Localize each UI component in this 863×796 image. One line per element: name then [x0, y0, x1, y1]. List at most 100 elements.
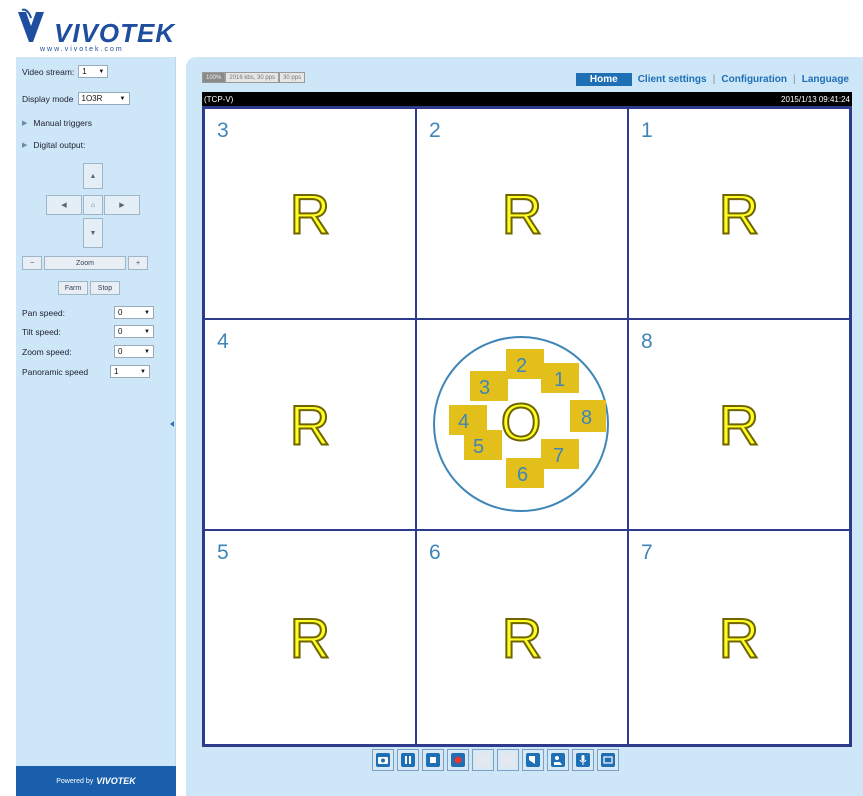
segment-label-8: 8 [581, 407, 592, 429]
view-cell-7[interactable]: 7 R [628, 530, 850, 745]
display-mode-row: Display mode 1O3R ▼ [22, 92, 130, 105]
cell-region-letter: R [718, 181, 760, 246]
talk-button[interactable] [547, 749, 569, 771]
tilt-speed-row: Tilt speed: 0 ▼ [22, 325, 154, 338]
microphone-button[interactable] [572, 749, 594, 771]
view-cell-5[interactable]: 5 R [204, 530, 416, 745]
far-button[interactable]: Farm [58, 281, 88, 295]
disabled-button-2 [497, 749, 519, 771]
view-cell-8[interactable]: 8 R [628, 319, 850, 530]
zoom-in-button[interactable]: + [128, 256, 148, 270]
volume-button[interactable] [522, 749, 544, 771]
cell-number: 2 [429, 119, 441, 142]
collapse-panel-arrow-icon[interactable] [170, 421, 174, 427]
nav-client-settings[interactable]: Client settings [632, 74, 713, 85]
tilt-speed-select[interactable]: 0 ▼ [114, 325, 154, 338]
nav-configuration[interactable]: Configuration [715, 74, 793, 85]
cell-region-letter: R [501, 181, 543, 246]
view-cell-6[interactable]: 6 R [416, 530, 628, 745]
view-cell-2[interactable]: 2 R [416, 108, 628, 319]
stop-icon [426, 753, 440, 767]
video-timestamp: 2015/1/13 09:41:24 [781, 94, 850, 104]
view-cell-3[interactable]: 3 R [204, 108, 416, 319]
fullscreen-button[interactable] [597, 749, 619, 771]
vivotek-logo: VIVOTEK www.vivotek.com [16, 6, 176, 56]
cell-number: 8 [641, 330, 653, 353]
focus-controls: Farm Stop [58, 281, 120, 295]
left-control-panel: Video stream: 1 ▼ Display mode 1O3R ▼ ▶ Ma… [16, 57, 176, 796]
record-button[interactable] [447, 749, 469, 771]
display-mode-select[interactable]: 1O3R ▼ [77, 92, 130, 105]
view-grid: 3 R 2 R 1 R 4 R 2 1 3 4 8 5 7 6 O 8 R 5 … [202, 106, 852, 747]
camera-icon [376, 753, 390, 767]
disabled-button-1 [472, 749, 494, 771]
chevron-down-icon: ▼ [98, 68, 105, 75]
expand-arrow-icon: ▶ [22, 142, 28, 149]
cell-number: 6 [429, 541, 441, 564]
arrow-left-icon: ◀ [61, 202, 67, 209]
fisheye-center-letter: O [501, 394, 541, 452]
zoom-speed-select[interactable]: 0 ▼ [114, 345, 154, 358]
snapshot-button[interactable] [372, 749, 394, 771]
zoom-out-button[interactable]: − [22, 256, 42, 270]
segment-label-6: 6 [517, 464, 528, 486]
cell-number: 5 [217, 541, 229, 564]
pan-right-button[interactable]: ▶ [104, 195, 140, 215]
tilt-speed-value: 0 [118, 327, 123, 336]
blank-icon [476, 753, 490, 767]
pan-speed-select[interactable]: 0 ▼ [114, 306, 154, 319]
stop-stream-button[interactable] [422, 749, 444, 771]
video-stream-select[interactable]: 1 ▼ [78, 65, 109, 78]
display-mode-label: Display mode [22, 93, 74, 104]
ptz-direction-pad: ▲ ◀ ⌂ ▶ ▼ [46, 163, 146, 253]
cell-region-letter: R [718, 605, 760, 670]
segment-label-7: 7 [553, 445, 564, 467]
segment-label-1: 1 [554, 369, 565, 391]
chevron-down-icon: ▼ [140, 368, 146, 375]
view-cell-1[interactable]: 1 R [628, 108, 850, 319]
expand-arrow-icon: ▶ [22, 120, 28, 127]
chevron-down-icon: ▼ [119, 95, 126, 102]
nav-home[interactable]: Home [575, 73, 632, 86]
cell-region-letter: R [501, 605, 543, 670]
status-bitrate: 2016 kbs, 30 pps [225, 72, 280, 83]
cell-number: 7 [641, 541, 653, 564]
zoom-speed-value: 0 [118, 347, 123, 356]
volume-icon [526, 753, 540, 767]
home-position-button[interactable]: ⌂ [83, 195, 103, 215]
tilt-down-button[interactable]: ▼ [83, 218, 103, 248]
pause-icon [401, 753, 415, 767]
pause-button[interactable] [397, 749, 419, 771]
brand-name: VIVOTEK [54, 18, 176, 48]
arrow-down-icon: ▼ [89, 229, 97, 237]
status-zoom: 100% [202, 72, 226, 83]
record-icon [451, 753, 465, 767]
zoom-speed-label: Zoom speed: [22, 346, 72, 357]
arrow-up-icon: ▲ [89, 172, 97, 180]
pan-speed-row: Pan speed: 0 ▼ [22, 306, 154, 319]
pan-left-button[interactable]: ◀ [46, 195, 82, 215]
segment-label-5: 5 [473, 436, 484, 458]
powered-by-brand: VIVOTEK [96, 776, 136, 786]
segment-label-2: 2 [516, 355, 527, 377]
digital-output-label: Digital output: [33, 140, 86, 150]
digital-output-toggle[interactable]: ▶ Digital output: [22, 140, 85, 150]
video-stream-value: 1 [82, 67, 87, 76]
chevron-down-icon: ▼ [144, 348, 150, 355]
stop-button[interactable]: Stop [90, 281, 120, 295]
manual-triggers-toggle[interactable]: ▶ Manual triggers [22, 118, 92, 128]
panoramic-speed-value: 1 [114, 367, 119, 376]
nav-language[interactable]: Language [796, 74, 855, 85]
fisheye-overview-cell[interactable]: 2 1 3 4 8 5 7 6 O [416, 319, 628, 530]
panoramic-speed-select[interactable]: 1 ▼ [110, 365, 150, 378]
tilt-up-button[interactable]: ▲ [83, 163, 103, 189]
segment-label-3: 3 [479, 377, 490, 399]
view-cell-4[interactable]: 4 R [204, 319, 416, 530]
zoom-speed-row: Zoom speed: 0 ▼ [22, 345, 154, 358]
powered-by-footer: Powered by VIVOTEK [16, 766, 176, 796]
arrow-right-icon: ▶ [119, 202, 125, 209]
cell-region-letter: R [289, 392, 331, 457]
chevron-down-icon: ▼ [144, 328, 150, 335]
panoramic-speed-row: Panoramic speed 1 ▼ [22, 365, 150, 378]
blank-icon [501, 753, 515, 767]
